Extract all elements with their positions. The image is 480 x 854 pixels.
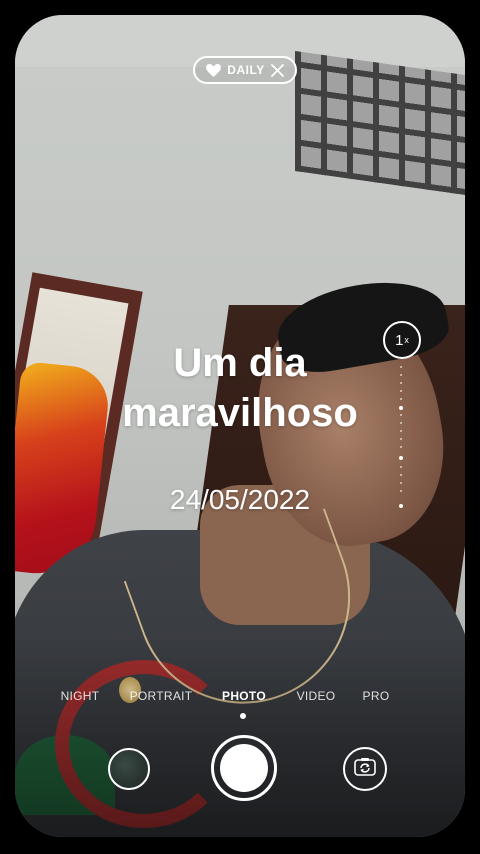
zoom-unit: x	[404, 335, 409, 345]
switch-camera-icon	[353, 756, 377, 783]
close-icon[interactable]	[270, 63, 284, 77]
zoom-slider[interactable]	[399, 366, 403, 516]
zoom-button[interactable]: 1x	[383, 321, 421, 359]
mode-video[interactable]: VIDEO	[297, 689, 336, 703]
daily-label: DAILY	[227, 63, 265, 77]
mode-photo[interactable]: PHOTO	[222, 689, 266, 703]
mode-portrait[interactable]: PORTRAIT	[130, 689, 193, 703]
mode-night[interactable]: NIGHT	[61, 689, 100, 703]
camera-mode-selector[interactable]: NIGHT PORTRAIT PHOTO VIDEO PRO	[0, 689, 480, 709]
overlay-date: 24/05/2022	[169, 484, 311, 515]
switch-camera-button[interactable]	[343, 747, 387, 791]
zoom-value: 1	[395, 331, 404, 349]
mode-pro[interactable]: PRO	[363, 689, 390, 703]
overlay-title-line2: maravilhoso	[122, 391, 358, 435]
shutter-button[interactable]	[211, 735, 277, 801]
active-mode-indicator	[240, 713, 246, 719]
heart-icon	[206, 63, 222, 77]
window-grate	[295, 51, 465, 195]
gallery-thumbnail[interactable]	[108, 748, 150, 790]
daily-filter-badge[interactable]: DAILY	[193, 56, 297, 84]
